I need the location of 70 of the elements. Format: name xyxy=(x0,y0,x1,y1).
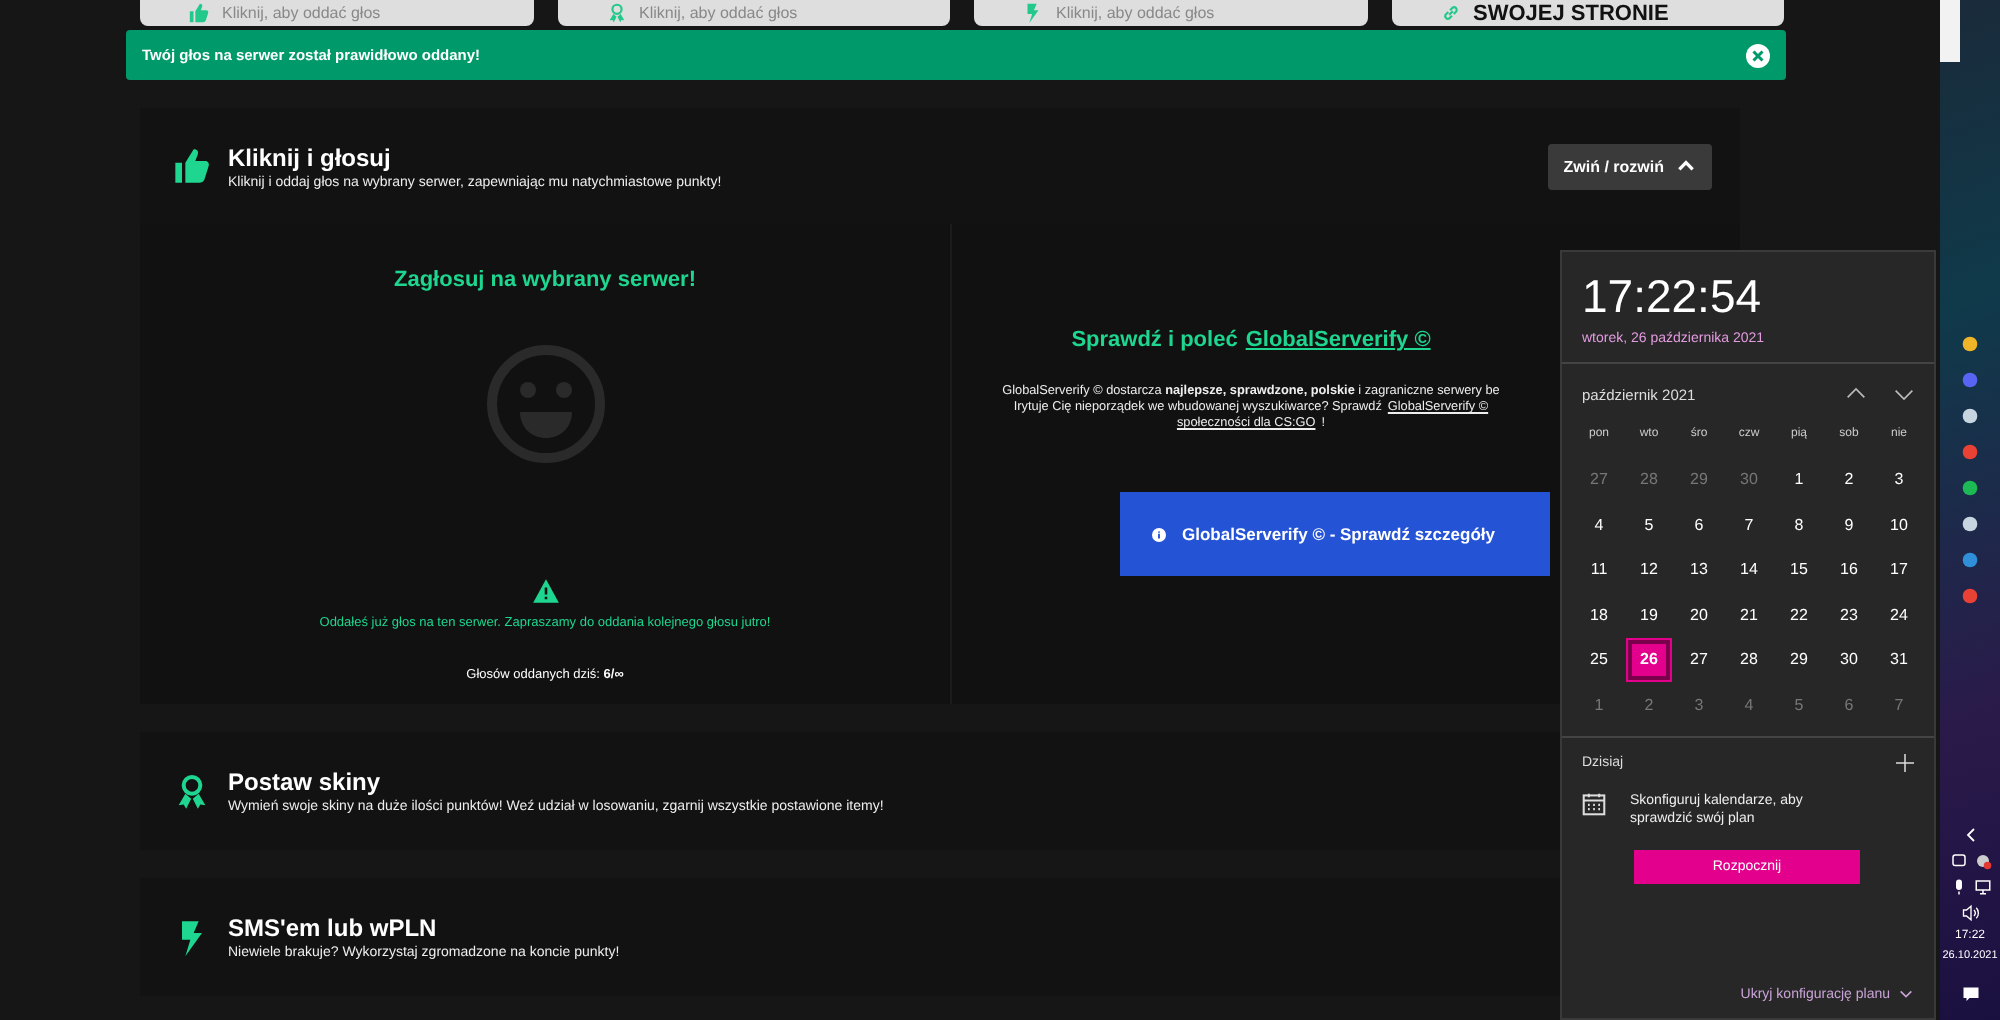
details-button[interactable]: GlobalServerify © - Sprawdź szczegóły xyxy=(1120,492,1550,576)
calendar-day[interactable]: 14 xyxy=(1728,549,1770,590)
calendar-day[interactable]: 23 xyxy=(1828,594,1870,635)
chevron-down-icon[interactable] xyxy=(1894,384,1914,404)
feature-card[interactable]: SWOJEJ STRONIE xyxy=(1391,0,1784,26)
warning-icon xyxy=(531,578,559,604)
smiley-face-icon xyxy=(485,344,605,464)
monitor-icon[interactable] xyxy=(1973,878,1991,896)
calendar-day[interactable]: 8 xyxy=(1778,504,1820,545)
window-edge xyxy=(1940,0,1960,62)
app-icon[interactable] xyxy=(1962,408,1978,424)
calendar-day[interactable]: 17 xyxy=(1878,549,1920,590)
calendar-day[interactable]: 24 xyxy=(1878,594,1920,635)
plus-icon[interactable] xyxy=(1896,753,1914,771)
app-icon[interactable] xyxy=(1962,336,1978,352)
calendar-day[interactable]: 10 xyxy=(1878,504,1920,545)
close-icon[interactable] xyxy=(1746,43,1770,67)
calendar-day[interactable]: 31 xyxy=(1878,639,1920,680)
clock-time: 17:22:54 xyxy=(1582,270,1764,324)
calendar-icon xyxy=(1582,791,1606,815)
card-text: SWOJEJ STRONIE xyxy=(1473,1,1669,25)
award-ribbon-icon xyxy=(605,2,627,24)
calendar-day[interactable]: 20 xyxy=(1678,594,1720,635)
calendar-day[interactable]: 11 xyxy=(1578,549,1620,590)
calendar-day[interactable]: 9 xyxy=(1828,504,1870,545)
chevron-down-icon xyxy=(1898,986,1914,1002)
calendar-day[interactable]: 1 xyxy=(1778,459,1820,500)
promo-link[interactable]: GlobalServerify © xyxy=(1245,328,1431,352)
calendar-day[interactable]: 2 xyxy=(1828,459,1870,500)
calendar-day[interactable]: 28 xyxy=(1728,639,1770,680)
card-text: Kliknij, aby oddać głos xyxy=(1056,4,1215,22)
chain-link-icon xyxy=(1439,2,1461,24)
speaker-icon[interactable] xyxy=(1961,904,1979,922)
lightning-bolt-icon xyxy=(1022,2,1044,24)
app-icon[interactable] xyxy=(1962,516,1978,532)
card-text: Kliknij, aby oddać głos xyxy=(639,4,798,22)
calendar-day[interactable]: 6 xyxy=(1678,504,1720,545)
calendar-day[interactable]: 22 xyxy=(1778,594,1820,635)
calendar-day[interactable]: 29 xyxy=(1778,639,1820,680)
calendar-day[interactable]: 16 xyxy=(1828,549,1870,590)
collapse-toggle-button[interactable]: Zwiń / rozwiń xyxy=(1547,143,1712,189)
calendar-day[interactable]: 4 xyxy=(1578,504,1620,545)
calendar-day[interactable]: 21 xyxy=(1728,594,1770,635)
calendar-day[interactable]: 25 xyxy=(1578,639,1620,680)
caret-icon xyxy=(1676,156,1696,176)
calendar-day[interactable]: 12 xyxy=(1628,549,1670,590)
chevron-up-icon[interactable] xyxy=(1846,384,1866,404)
promo-heading: Sprawdź i poleć xyxy=(1071,328,1238,352)
calendar-day[interactable]: 15 xyxy=(1778,549,1820,590)
calendar-day[interactable]: 5 xyxy=(1628,504,1670,545)
calendar-day[interactable]: 3 xyxy=(1878,459,1920,500)
card-text: Kliknij, aby oddać głos xyxy=(222,4,381,22)
section-title: Postaw skiny xyxy=(228,768,381,796)
calendar-day[interactable]: 19 xyxy=(1628,594,1670,635)
vote-heading: Zagłosuj na wybrany serwer! xyxy=(394,268,696,292)
app-icon[interactable] xyxy=(1962,552,1978,568)
calendar-day[interactable]: 18 xyxy=(1578,594,1620,635)
thumbs-up-icon xyxy=(172,146,212,186)
calendar-day[interactable]: 27 xyxy=(1678,639,1720,680)
app-icon[interactable] xyxy=(1962,480,1978,496)
notification-icon[interactable] xyxy=(1961,986,1979,1004)
thumbs-up-icon xyxy=(188,2,210,24)
info-icon xyxy=(1152,527,1166,541)
calendar-day[interactable]: 13 xyxy=(1678,549,1720,590)
section-title: SMS'em lub wPLN xyxy=(228,914,437,942)
calendar-day[interactable]: 7 xyxy=(1728,504,1770,545)
section-title: Kliknij i głosuj xyxy=(228,143,391,171)
calendar-day[interactable]: 30 xyxy=(1828,639,1870,680)
chevron-left-icon[interactable] xyxy=(1961,826,1979,844)
calendar-day[interactable]: 26 xyxy=(1628,639,1670,680)
